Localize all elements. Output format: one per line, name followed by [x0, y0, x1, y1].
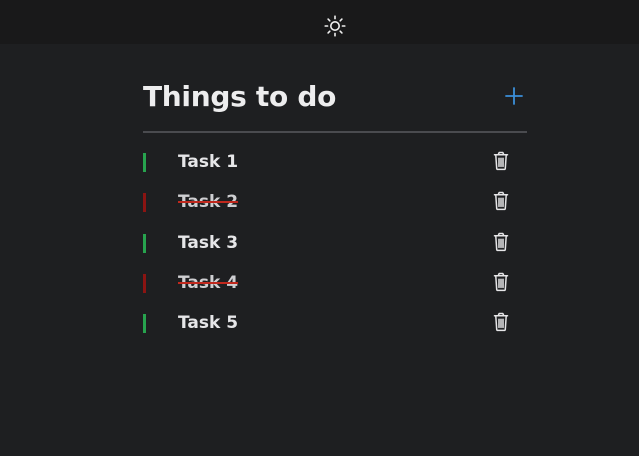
add-task-button[interactable] — [502, 84, 526, 108]
status-indicator-active — [143, 153, 146, 172]
task-label[interactable]: Task 1 — [178, 150, 238, 174]
page-title: Things to do — [143, 80, 337, 113]
task-item: Task 5 — [143, 308, 527, 348]
task-label[interactable]: Task 2 — [178, 190, 238, 214]
trash-icon — [493, 192, 509, 211]
todo-panel: Things to do — [143, 76, 527, 133]
todo-header: Things to do — [143, 76, 527, 120]
delete-task-button[interactable] — [492, 151, 510, 171]
task-label[interactable]: Task 3 — [178, 231, 238, 255]
status-indicator-active — [143, 233, 146, 253]
trash-icon — [493, 232, 509, 251]
task-label[interactable]: Task 5 — [178, 311, 238, 335]
delete-task-button[interactable] — [492, 232, 510, 252]
trash-icon — [493, 312, 509, 332]
trash-icon — [493, 151, 509, 171]
status-indicator-active — [143, 314, 146, 334]
theme-toggle-button[interactable] — [324, 15, 346, 37]
status-indicator-done — [143, 273, 146, 293]
header-divider — [143, 131, 527, 133]
trash-icon — [493, 272, 509, 292]
task-item: Task 4 — [143, 268, 527, 308]
task-item: Task 3 — [143, 228, 527, 268]
delete-task-button[interactable] — [492, 191, 510, 211]
sun-icon — [324, 15, 346, 37]
status-indicator-done — [143, 193, 146, 213]
delete-task-button[interactable] — [492, 312, 510, 332]
task-item: Task 1 — [143, 147, 527, 187]
task-item: Task 2 — [143, 187, 527, 227]
delete-task-button[interactable] — [492, 272, 510, 292]
task-list: Task 1 Task 2 Task 3 Task 4 Task 5 — [143, 147, 527, 348]
top-bar — [0, 0, 639, 44]
task-label[interactable]: Task 4 — [178, 271, 238, 295]
plus-icon — [505, 87, 523, 105]
